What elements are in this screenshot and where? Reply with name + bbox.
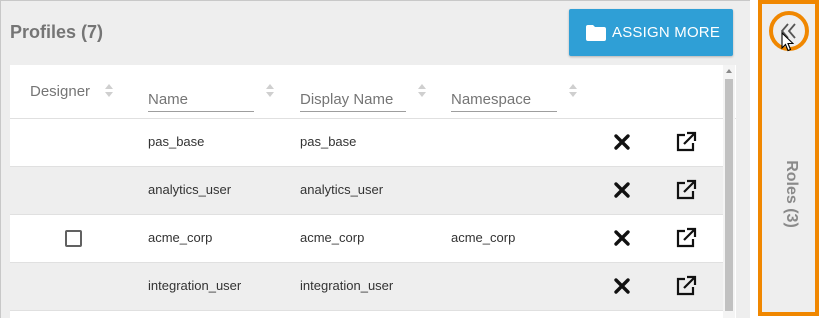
folder-icon [586, 24, 606, 41]
profile-display-name: acme_corp [300, 230, 365, 245]
profile-name: integration_user [148, 278, 242, 293]
sort-icon[interactable] [418, 84, 426, 98]
table-row: pas_base pas_base [10, 119, 723, 167]
table-header: Designer Name Display Name Namespace [10, 65, 736, 119]
profile-name: acme_corp [148, 230, 213, 245]
sort-icon[interactable] [266, 84, 274, 98]
scrollbar-thumb[interactable] [725, 79, 733, 311]
open-external-icon[interactable] [674, 274, 698, 298]
table-scrollbar[interactable] [723, 65, 735, 318]
column-header-designer[interactable]: Designer [30, 83, 90, 100]
open-external-icon[interactable] [674, 178, 698, 202]
assign-more-label: ASSIGN MORE [612, 24, 721, 41]
column-header-display-name[interactable]: Display Name [300, 91, 406, 112]
open-external-icon[interactable] [674, 130, 698, 154]
profiles-panel: Profiles (7) ASSIGN MORE Designer Name D… [0, 0, 750, 318]
profiles-table: Designer Name Display Name Namespace pas… [10, 65, 736, 318]
designer-checkbox[interactable] [65, 230, 82, 247]
profile-display-name: analytics_user [300, 182, 384, 197]
scroll-up-arrow-icon[interactable] [726, 69, 732, 73]
profile-name: analytics_user [148, 182, 232, 197]
sort-icon[interactable] [569, 84, 577, 98]
sort-icon[interactable] [105, 84, 113, 98]
profile-name: pas_base [148, 134, 205, 149]
close-icon[interactable] [613, 277, 631, 295]
roles-label: Roles (3) [783, 160, 800, 228]
close-icon[interactable] [613, 229, 631, 247]
profiles-title: Profiles (7) [10, 22, 104, 42]
mouse-cursor-icon [781, 32, 794, 52]
table-row: integration_user integration_user [10, 263, 723, 311]
profile-display-name: integration_user [300, 278, 394, 293]
close-icon[interactable] [613, 181, 631, 199]
table-row: acme_corp acme_corp acme_corp [10, 215, 723, 263]
column-header-name[interactable]: Name [148, 91, 254, 112]
open-external-icon[interactable] [674, 226, 698, 250]
profile-display-name: pas_base [300, 134, 357, 149]
roles-panel[interactable]: Roles (3) [758, 0, 819, 316]
profile-namespace: acme_corp [451, 230, 516, 245]
assign-more-button[interactable]: ASSIGN MORE [569, 9, 733, 56]
table-row: analytics_user analytics_user [10, 167, 723, 215]
column-header-namespace[interactable]: Namespace [451, 91, 557, 112]
close-icon[interactable] [613, 133, 631, 151]
